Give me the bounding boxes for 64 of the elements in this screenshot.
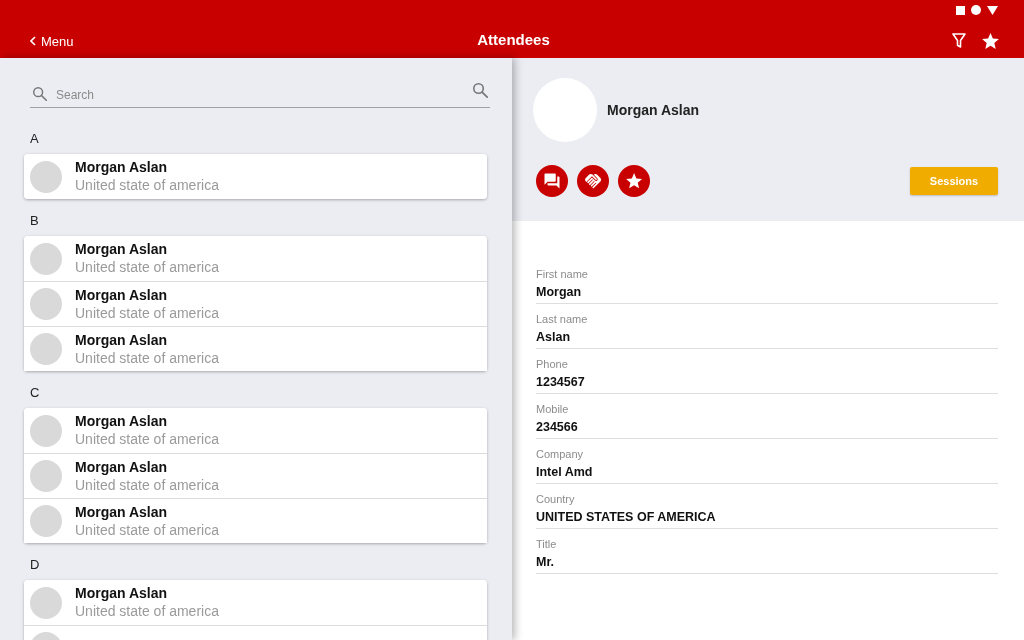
attendee-country: United state of america — [75, 430, 219, 448]
field-label: Mobile — [536, 402, 569, 416]
field-value: 234566 — [536, 419, 578, 435]
avatar-icon — [30, 586, 62, 619]
avatar-icon — [30, 460, 62, 492]
field-value: Morgan — [536, 284, 582, 300]
search-field[interactable]: Search — [30, 79, 490, 108]
attendee-row[interactable]: Morgan Aslan United state of america — [24, 281, 487, 326]
attendee-row[interactable]: Morgan Aslan United state of america — [24, 326, 487, 371]
attendee-name: Morgan Aslan — [75, 412, 169, 430]
attendee-country: United state of america — [75, 176, 219, 194]
field-label: Title — [536, 537, 557, 551]
attendee-row[interactable]: Morgan Aslan United state of america — [24, 453, 487, 498]
section-letter: C — [30, 385, 40, 400]
section-letter: B — [30, 213, 39, 228]
search-icon — [33, 87, 47, 101]
chat-icon[interactable] — [536, 165, 568, 197]
filter-icon[interactable] — [952, 33, 966, 49]
screen-title: Attendees — [477, 30, 550, 48]
attendee-name: Morgan Aslan — [75, 286, 169, 304]
field-label: Phone — [536, 357, 568, 371]
avatar-icon — [30, 414, 62, 447]
avatar-icon — [30, 505, 62, 537]
handshake-icon[interactable] — [577, 165, 609, 197]
field-label: First name — [536, 267, 588, 281]
attendee-row[interactable]: Morgan Aslan United state of america — [24, 498, 487, 543]
attendee-name: Morgan Aslan — [75, 240, 169, 258]
section-letter: D — [30, 557, 40, 572]
attendee-country: United state of america — [75, 476, 219, 494]
field-label: Company — [536, 447, 584, 461]
attendee-row[interactable]: Morgan Aslan United state of america — [24, 408, 487, 453]
attendee-name: Morgan Aslan — [75, 458, 169, 476]
attendee-country: United state of america — [75, 304, 219, 322]
attendee-row[interactable]: Morgan Aslan United state of america — [24, 580, 487, 625]
avatar-icon — [30, 288, 62, 320]
field-label: Last name — [536, 312, 588, 326]
search-icon[interactable] — [473, 83, 488, 98]
attendee-country: United state of america — [75, 349, 219, 367]
chevron-left-icon — [30, 36, 36, 46]
section-letter: A — [30, 131, 39, 146]
dot-icon — [971, 5, 981, 15]
attendee-name: Morgan Aslan — [75, 331, 169, 349]
attendee-name: Morgan Aslan — [75, 503, 169, 521]
attendee-name: Morgan Aslan — [75, 584, 169, 602]
field-value: Mr. — [536, 554, 555, 570]
attendee-country: United state of america — [75, 602, 219, 620]
field-label: Country — [536, 492, 575, 506]
field-value: Intel Amd — [536, 464, 593, 480]
attendee-country: United state of america — [75, 521, 219, 539]
back-button[interactable]: Menu — [28, 31, 76, 51]
star-icon[interactable] — [982, 33, 999, 49]
field-value: UNITED STATES OF AMERICA — [536, 509, 716, 525]
avatar-icon — [30, 160, 62, 193]
attendee-row[interactable]: Morgan Aslan United state of america — [24, 236, 487, 281]
avatar-icon — [30, 333, 62, 365]
triangle-icon — [987, 5, 998, 15]
profile-name: Morgan Aslan — [607, 102, 700, 118]
attendee-row[interactable]: Morgan Aslan United state of america — [24, 154, 487, 199]
field-value: Aslan — [536, 329, 571, 345]
avatar-icon — [30, 242, 62, 275]
square-icon — [956, 5, 965, 15]
field-value: 1234567 — [536, 374, 585, 390]
attendee-name: Morgan Aslan — [75, 158, 169, 176]
attendee-country: United state of america — [75, 258, 219, 276]
